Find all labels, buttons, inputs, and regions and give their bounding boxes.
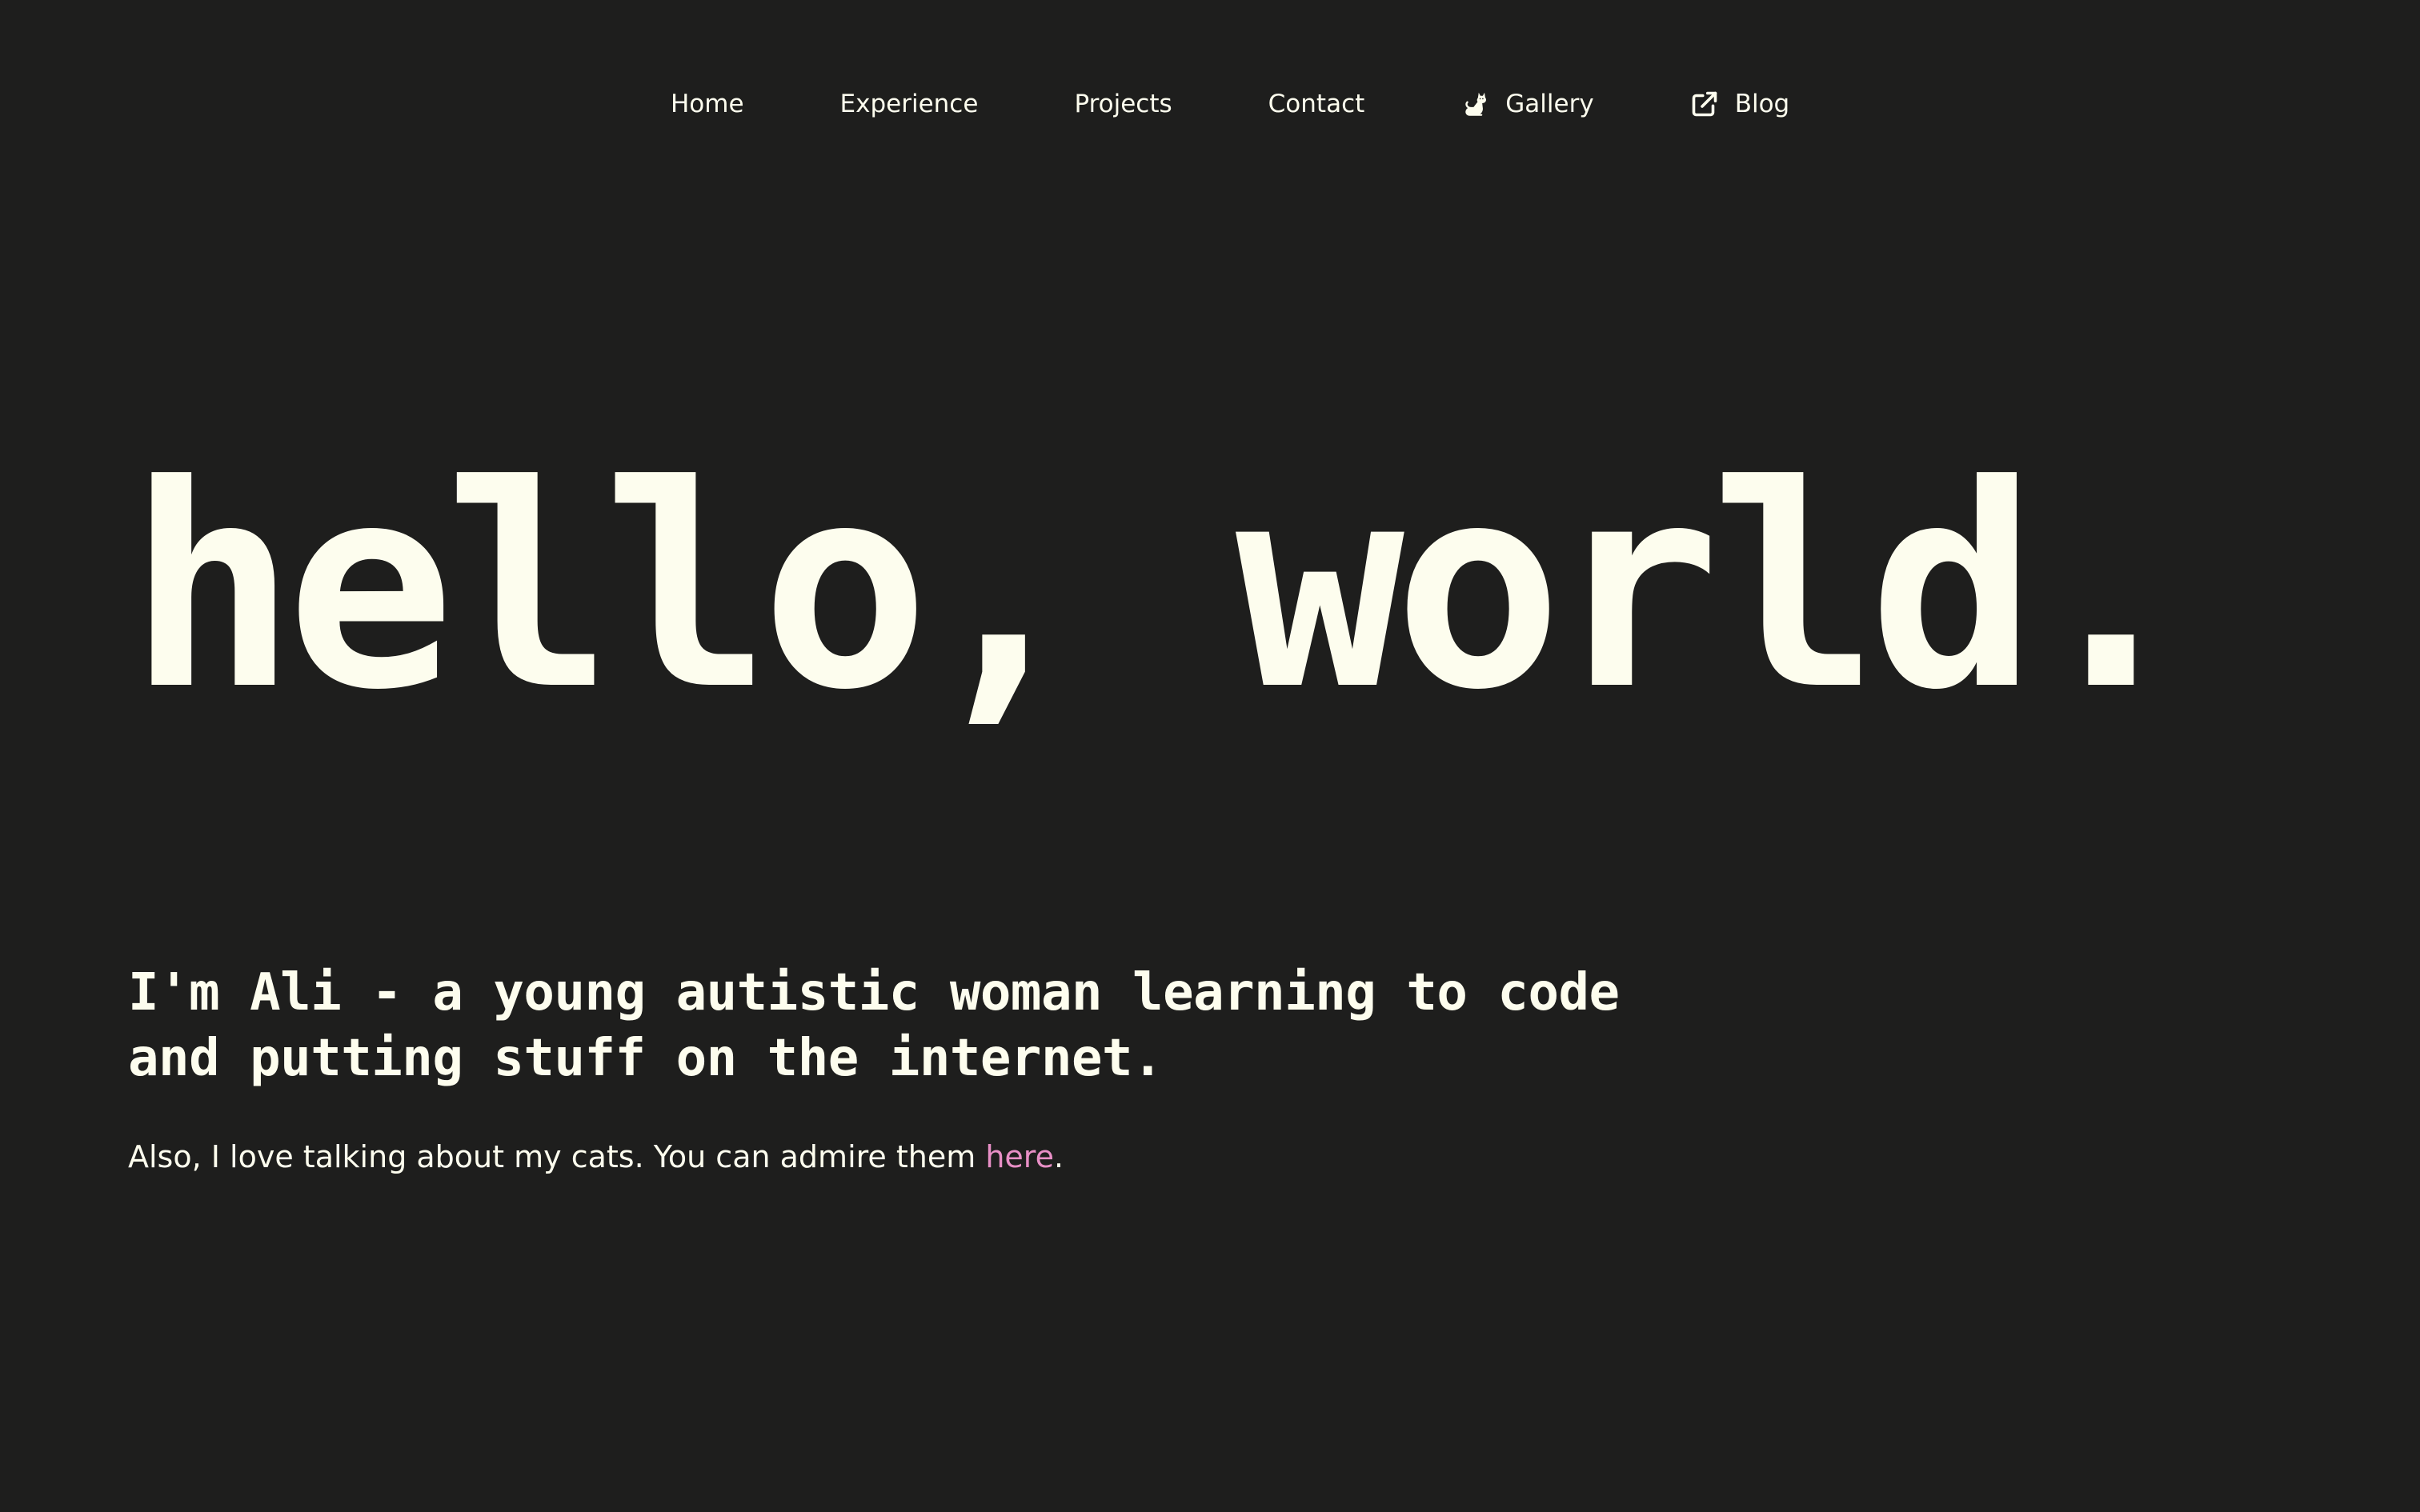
nav-contact-label: Contact [1268, 90, 1365, 118]
intro-line-1: I'm Ali - a young autistic woman learnin… [128, 963, 1620, 1022]
cats-suffix: . [1053, 1139, 1064, 1174]
main-nav: Home Experience Projects Contact Gallery… [671, 90, 1789, 118]
nav-experience-label: Experience [839, 90, 979, 118]
nav-blog-link[interactable]: Blog [1690, 90, 1790, 118]
cats-text: Also, I love talking about my cats. You … [128, 1139, 986, 1174]
nav-projects-link[interactable]: Projects [1074, 90, 1172, 118]
nav-projects-label: Projects [1074, 90, 1172, 118]
nav-home-label: Home [671, 90, 744, 118]
intro-line-2: and putting stuff on the internet. [128, 1029, 1164, 1088]
nav-home-link[interactable]: Home [671, 90, 744, 118]
nav-blog-label: Blog [1734, 90, 1790, 118]
nav-contact-link[interactable]: Contact [1268, 90, 1365, 118]
nav-gallery-link[interactable]: Gallery [1460, 90, 1594, 118]
cat-icon [1460, 90, 1489, 118]
cats-paragraph: Also, I love talking about my cats. You … [128, 1134, 1064, 1179]
intro-text: I'm Ali - a young autistic woman learnin… [128, 960, 1681, 1091]
external-link-icon [1690, 90, 1719, 118]
hero-title: hello, world. [128, 425, 2195, 751]
nav-gallery-label: Gallery [1505, 90, 1594, 118]
cats-gallery-link[interactable]: here [985, 1139, 1054, 1174]
nav-experience-link[interactable]: Experience [840, 90, 979, 118]
